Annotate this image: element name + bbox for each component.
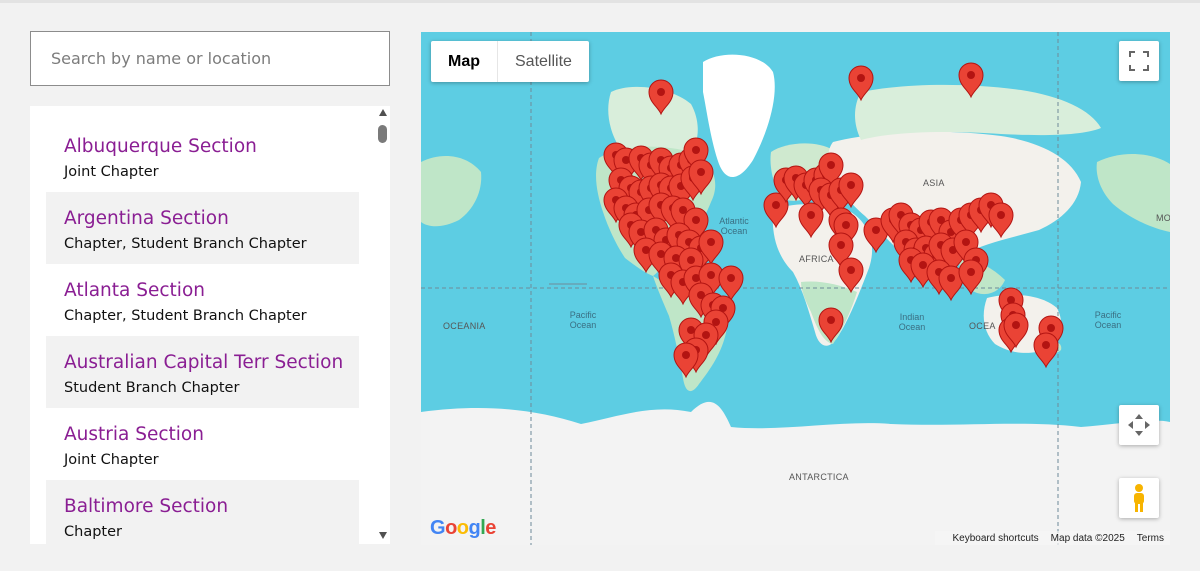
list-item[interactable]: Atlanta Section Chapter, Student Branch … <box>46 264 359 336</box>
section-type: Student Branch Chapter <box>64 380 240 396</box>
move-arrows-icon <box>1128 414 1150 436</box>
section-name[interactable]: Albuquerque Section <box>64 134 341 160</box>
asia-left-land <box>421 156 482 227</box>
siberia-land <box>855 84 1101 140</box>
section-name[interactable]: Baltimore Section <box>64 494 341 520</box>
search-input[interactable] <box>31 32 389 85</box>
label-antarctica: ANTARCTICA <box>789 472 849 482</box>
section-name[interactable]: Atlanta Section <box>64 278 341 304</box>
section-list[interactable]: Albuquerque Section Joint Chapter Argent… <box>30 106 390 544</box>
map-tab[interactable]: Map <box>431 41 498 82</box>
scrollbar-thumb[interactable] <box>378 125 387 143</box>
google-logo: Google <box>430 517 496 539</box>
list-item[interactable]: Australian Capital Terr Section Student … <box>46 336 359 408</box>
label-africa: AFRICA <box>799 254 834 264</box>
world-map-canvas[interactable] <box>421 32 1170 545</box>
section-name[interactable]: Argentina Section <box>64 206 341 232</box>
greenland-land <box>703 54 775 178</box>
map-pin-marker[interactable] <box>1033 332 1059 369</box>
fullscreen-button[interactable] <box>1119 41 1159 81</box>
label-indian-ocean: Indian Ocean <box>898 312 926 332</box>
section-type: Joint Chapter <box>64 164 159 180</box>
camera-control-button[interactable] <box>1119 405 1159 445</box>
list-item[interactable]: Argentina Section Chapter, Student Branc… <box>46 192 359 264</box>
label-mo: MO <box>1156 213 1170 223</box>
section-type: Chapter, Student Branch Chapter <box>64 308 307 324</box>
label-atlantic-ocean: Atlantic Ocean <box>719 216 749 236</box>
top-divider <box>0 0 1200 3</box>
label-pacific-ocean-left: Pacific Ocean <box>569 310 597 330</box>
fullscreen-icon <box>1129 51 1149 71</box>
pegman-icon <box>1134 484 1144 512</box>
scroll-down-arrow-icon[interactable] <box>379 532 387 539</box>
satellite-tab[interactable]: Satellite <box>498 41 589 82</box>
list-item[interactable]: Austria Section Joint Chapter <box>46 408 359 480</box>
scroll-up-arrow-icon[interactable] <box>379 109 387 116</box>
terms-link[interactable]: Terms <box>1137 533 1164 544</box>
section-type: Chapter, Student Branch Chapter <box>64 236 307 252</box>
label-oceania: OCEANIA <box>443 321 486 331</box>
label-asia: ASIA <box>923 178 945 188</box>
map-data-text: Map data ©2025 <box>1050 532 1125 544</box>
section-name[interactable]: Australian Capital Terr Section <box>64 350 343 376</box>
map-pin-marker[interactable] <box>718 265 744 302</box>
list-scrollbar[interactable] <box>376 106 390 544</box>
map-view[interactable]: ASIA AFRICA OCEANIA OCEA ANTARCTICA Atla… <box>421 32 1170 545</box>
keyboard-shortcuts-link[interactable]: Keyboard shortcuts <box>953 533 1039 544</box>
section-type: Joint Chapter <box>64 452 159 468</box>
label-pacific-ocean-right: Pacific Ocean <box>1094 310 1122 330</box>
map-footer: Keyboard shortcuts Map data ©2025 Terms <box>934 531 1170 545</box>
street-view-button[interactable] <box>1119 478 1159 518</box>
map-type-control[interactable]: Map Satellite <box>431 41 589 82</box>
list-item[interactable]: Albuquerque Section Joint Chapter <box>46 120 359 192</box>
label-oceania-clipped: OCEA <box>969 321 996 331</box>
section-name[interactable]: Austria Section <box>64 422 341 448</box>
search-box[interactable] <box>30 31 390 86</box>
section-type: Chapter <box>64 524 122 540</box>
list-item[interactable]: Baltimore Section Chapter <box>46 480 359 544</box>
